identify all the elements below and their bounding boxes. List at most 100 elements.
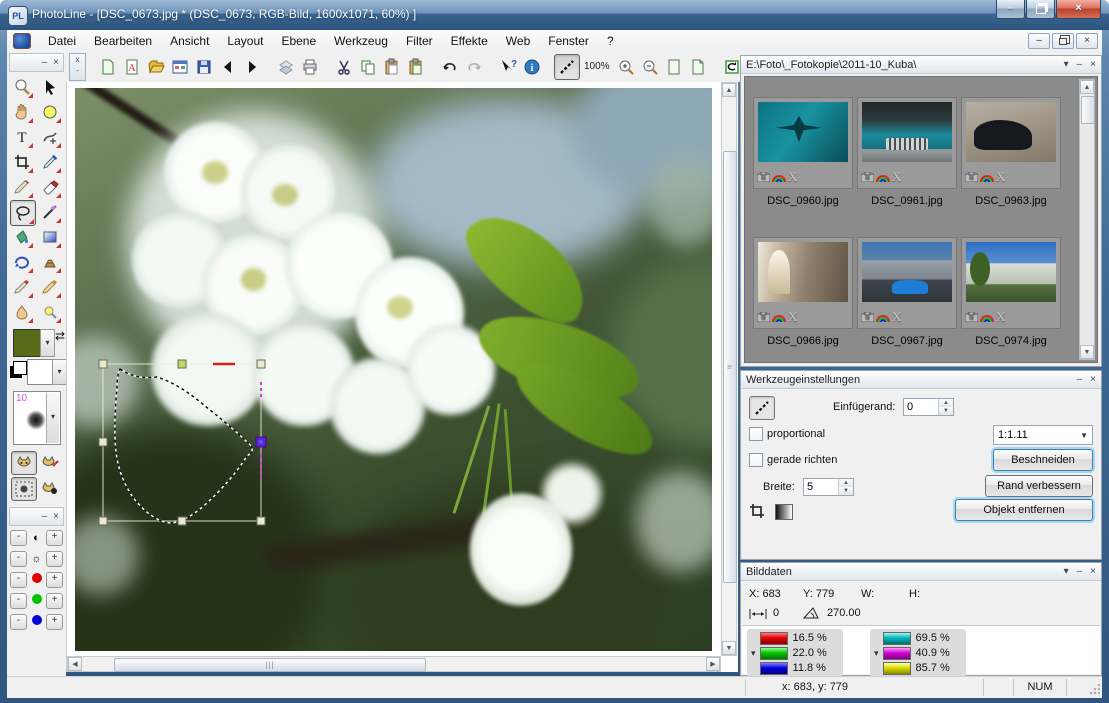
thumbnail-dsc0966[interactable]: X (753, 237, 853, 329)
save-icon[interactable] (192, 55, 216, 79)
ratio-combo[interactable]: 1:1.11 ▼ (993, 425, 1093, 445)
filename-label[interactable]: DSC_0974.jpg (961, 335, 1061, 347)
clone-stamp-tool[interactable] (38, 250, 62, 274)
insert-margin-spinner[interactable]: ▲▼ (903, 398, 954, 416)
dodge-tool[interactable] (38, 300, 62, 324)
info-icon[interactable]: i (520, 55, 544, 79)
scroll-right-icon[interactable]: ▶ (706, 657, 720, 671)
green-plus-button[interactable]: + (46, 593, 63, 609)
browser-scrollbar[interactable]: ▲ ▼ (1079, 79, 1095, 360)
zoom-in-icon[interactable] (614, 55, 638, 79)
crop-button[interactable]: Beschneiden (993, 449, 1093, 471)
new-text-document-icon[interactable]: A (120, 55, 144, 79)
history-brush-tool[interactable] (10, 250, 34, 274)
adjust-close-icon[interactable]: × (53, 511, 59, 522)
nav-back-icon[interactable] (216, 55, 240, 79)
measure-line-tool-icon[interactable] (554, 54, 580, 80)
resize-grip[interactable] (1088, 684, 1100, 696)
brush-preview[interactable]: 10 ▾ (13, 391, 61, 445)
brightness-minus-button[interactable]: - (10, 551, 27, 567)
open-file-icon[interactable] (144, 55, 168, 79)
magic-wand-tool[interactable] (38, 200, 62, 224)
foreground-color-swatch[interactable] (13, 329, 41, 357)
canvas-hscrollbar[interactable]: ◀ ||| ▶ (67, 656, 721, 672)
green-minus-button[interactable]: - (10, 593, 27, 609)
context-help-icon[interactable]: ? (496, 55, 520, 79)
contrast-plus-button[interactable]: + (46, 530, 63, 546)
image-data-close-icon[interactable]: × (1090, 566, 1096, 577)
brush-dropdown[interactable]: ▾ (46, 393, 59, 443)
thumbnail-dsc0963[interactable]: X (961, 97, 1061, 189)
scroll-up-icon[interactable]: ▲ (722, 83, 736, 97)
foreground-color-dropdown[interactable]: ▾ (40, 329, 55, 357)
gradient-mode-icon[interactable] (775, 504, 793, 520)
browser-close-icon[interactable]: × (1090, 59, 1096, 70)
hscroll-thumb[interactable]: ||| (114, 658, 426, 672)
improve-edge-button[interactable]: Rand verbessern (985, 475, 1093, 497)
eraser-tool[interactable] (38, 175, 62, 199)
shape-tool[interactable] (38, 100, 62, 124)
scroll-down-icon[interactable]: ▼ (722, 641, 736, 655)
background-color-dropdown[interactable]: ▾ (52, 359, 67, 385)
insert-margin-input[interactable] (904, 399, 938, 415)
browse-files-icon[interactable] (168, 55, 192, 79)
thumbnail-dsc0974[interactable]: X (961, 237, 1061, 329)
menu-web[interactable]: Web (497, 32, 539, 50)
thumbnail-dsc0961[interactable]: X (857, 97, 957, 189)
toolbar-dock-handle[interactable]: x- (69, 53, 86, 81)
width-input[interactable] (804, 479, 838, 495)
menu-fenster[interactable]: Fenster (539, 32, 598, 50)
zoom-out-icon[interactable] (638, 55, 662, 79)
mdi-restore-button[interactable] (1052, 33, 1074, 49)
redo-icon[interactable] (462, 55, 486, 79)
mdi-minimize-button[interactable]: – (1028, 33, 1050, 49)
crop-mode-icon[interactable] (749, 503, 765, 524)
image-data-titlebar[interactable]: Bilddaten ▾ – × (741, 563, 1101, 581)
spin-up-icon[interactable]: ▲ (939, 399, 953, 407)
print-icon[interactable] (298, 55, 322, 79)
retouch-brush-tool[interactable] (10, 275, 34, 299)
minimize-button[interactable]: – (996, 0, 1025, 19)
straighten-checkbox[interactable] (749, 453, 763, 467)
browser-scroll-thumb[interactable] (1081, 96, 1095, 124)
spin-down-icon[interactable]: ▼ (839, 487, 853, 495)
smudge-tool[interactable] (10, 300, 34, 324)
lasso-tool[interactable] (10, 200, 36, 226)
path-tool[interactable] (38, 125, 62, 149)
pattern-brush-tool[interactable] (38, 275, 62, 299)
menu-bearbeiten[interactable]: Bearbeiten (85, 32, 161, 50)
rgb-dropdown-icon[interactable]: ▾ (751, 648, 756, 659)
filename-label[interactable]: DSC_0967.jpg (857, 335, 957, 347)
image-data-dropdown-icon[interactable]: ▾ (1064, 566, 1069, 577)
page-view-icon[interactable] (662, 55, 686, 79)
cmy-dropdown-icon[interactable]: ▾ (874, 648, 879, 659)
browser-path[interactable]: E:\Foto\_Fotokopie\2011-10_Kuba\ (746, 59, 916, 71)
menu-filter[interactable]: Filter (397, 32, 442, 50)
paste-special-icon[interactable] (404, 55, 428, 79)
fill-tool[interactable] (10, 225, 34, 249)
swap-colors-icon[interactable]: ⇄ (55, 329, 65, 343)
undo-icon[interactable] (438, 55, 462, 79)
contrast-minus-button[interactable]: - (10, 530, 27, 546)
active-tool-button[interactable] (749, 396, 775, 420)
tool-settings-titlebar[interactable]: Werkzeugeinstellungen – × (741, 371, 1101, 389)
spin-down-icon[interactable]: ▼ (939, 407, 953, 415)
select-tool[interactable] (38, 75, 62, 99)
width-spinner[interactable]: ▲▼ (803, 478, 854, 496)
thumbnail-dsc0960[interactable]: X (753, 97, 853, 189)
zoom-tool[interactable] (10, 75, 34, 99)
browser-minimize-icon[interactable]: – (1077, 59, 1083, 70)
blue-plus-button[interactable]: + (46, 614, 63, 630)
palette-minimize-icon[interactable]: – (42, 57, 48, 68)
nav-forward-icon[interactable] (240, 55, 264, 79)
new-document-icon[interactable] (96, 55, 120, 79)
tool-settings-minimize-icon[interactable]: – (1077, 374, 1083, 385)
vscroll-thumb[interactable]: ≡ (723, 151, 737, 583)
scroll-left-icon[interactable]: ◀ (68, 657, 82, 671)
layer-mode-button[interactable] (11, 451, 37, 475)
blue-minus-button[interactable]: - (10, 614, 27, 630)
browser-scroll-up-icon[interactable]: ▲ (1080, 80, 1094, 94)
proportional-checkbox[interactable] (749, 427, 763, 441)
default-colors-icon[interactable] (13, 361, 27, 375)
maximize-button[interactable] (1026, 0, 1055, 19)
